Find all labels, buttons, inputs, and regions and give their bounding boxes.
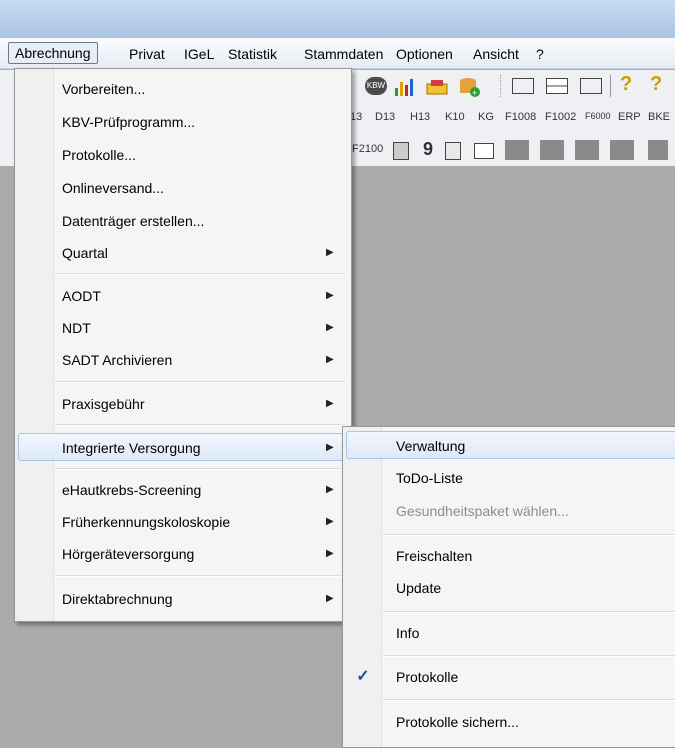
code-d13-icon[interactable]: D13 (375, 111, 395, 123)
code-kg-icon[interactable]: KG (478, 111, 494, 123)
menu-item-integrierte-versorgung[interactable]: Integrierte Versorgung ▶ (18, 433, 348, 461)
menu-item-ehautkrebs-screening[interactable]: eHautkrebs-Screening ▶ (18, 476, 348, 504)
menu-item-sadt-archivieren[interactable]: SADT Archivieren ▶ (18, 346, 348, 374)
menu-separator (383, 611, 675, 613)
submenu-item-todo-liste[interactable]: ToDo-Liste (346, 464, 675, 492)
submenu-arrow-icon: ▶ (326, 247, 334, 258)
form-printer-icon[interactable] (393, 142, 409, 160)
submenu-item-gesundheitspaket: Gesundheitspaket wählen... (396, 503, 569, 519)
submenu-item-protokolle-sichern[interactable]: Protokolle sichern... (346, 708, 675, 736)
window-title-bar (0, 0, 675, 38)
code-9-icon[interactable]: 9 (423, 139, 433, 160)
submenu-arrow-icon: ▶ (326, 484, 334, 495)
form-block-icon-5[interactable] (648, 140, 668, 160)
menu-item-vorbereiten[interactable]: Vorbereiten... (18, 75, 348, 103)
submenu-arrow-icon: ▶ (326, 290, 334, 301)
submenu-item-info[interactable]: Info (346, 619, 675, 647)
menu-item-direktabrechnung[interactable]: Direktabrechnung ▶ (18, 585, 348, 613)
code-k10-icon[interactable]: K10 (445, 111, 465, 123)
menu-stammdaten[interactable]: Stammdaten (298, 44, 389, 64)
submenu-item-verwaltung[interactable]: Verwaltung (346, 431, 675, 459)
form-block-icon-4[interactable] (610, 140, 634, 160)
menu-item-protokolle[interactable]: Protokolle... (18, 141, 348, 169)
code-f2100-icon[interactable]: F2100 (352, 143, 383, 155)
submenu-arrow-icon: ▶ (326, 442, 334, 453)
form-block-icon-1[interactable] (505, 140, 529, 160)
card-reader-icon[interactable] (425, 76, 449, 98)
menu-item-aodt[interactable]: AODT ▶ (18, 282, 348, 310)
submenu-item-protokolle[interactable]: ✓ Protokolle (346, 663, 675, 691)
menu-separator (383, 534, 675, 536)
menu-optionen[interactable]: Optionen (390, 44, 459, 64)
menu-item-hoergeraeteversorgung[interactable]: Hörgeräteversorgung ▶ (18, 540, 348, 568)
bar-chart-icon[interactable] (393, 76, 415, 98)
menu-item-kbv-pruefprogramm[interactable]: KBV-Prüfprogramm... (18, 108, 348, 136)
window-split-icon[interactable] (546, 78, 568, 94)
submenu-arrow-icon: ▶ (326, 548, 334, 559)
database-add-icon[interactable]: + (458, 75, 482, 99)
menu-separator (383, 655, 675, 657)
menu-item-ndt[interactable]: NDT ▶ (18, 314, 348, 342)
menu-abrechnung[interactable]: Abrechnung (8, 42, 98, 64)
abrechnung-menu: Vorbereiten... KBV-Prüfprogramm... Proto… (14, 68, 352, 622)
menu-bar: Abrechnung Privat IGeL Statistik Stammda… (0, 38, 675, 69)
code-f1002-icon[interactable]: F1002 (545, 111, 576, 123)
submenu-arrow-icon: ▶ (326, 354, 334, 365)
window-single-icon[interactable] (512, 78, 534, 94)
kbw-badge-icon[interactable]: KBW (365, 77, 387, 95)
menu-separator (55, 424, 345, 426)
integrierte-versorgung-submenu: Verwaltung ToDo-Liste Gesundheitspaket w… (342, 426, 675, 748)
menu-ansicht[interactable]: Ansicht (467, 44, 525, 64)
menu-item-onlineversand[interactable]: Onlineversand... (18, 174, 348, 202)
help-icon[interactable]: ? (620, 73, 632, 96)
submenu-arrow-icon: ▶ (326, 398, 334, 409)
toolbar-separator-2 (610, 75, 611, 97)
menu-item-quartal[interactable]: Quartal ▶ (18, 239, 348, 267)
context-help-icon[interactable]: ? (650, 73, 662, 96)
submenu-arrow-icon: ▶ (326, 322, 334, 333)
window-tile-icon[interactable] (580, 78, 602, 94)
menu-separator (55, 273, 345, 275)
svg-text:+: + (472, 88, 477, 98)
form-scan-icon[interactable] (445, 142, 461, 160)
toolbar-separator (500, 75, 502, 97)
form-block-icon-2[interactable] (540, 140, 564, 160)
menu-item-praxisgebuehr[interactable]: Praxisgebühr ▶ (18, 390, 348, 418)
menu-help[interactable]: ? (530, 44, 550, 64)
code-erp-icon[interactable]: ERP (618, 111, 641, 123)
menu-statistik[interactable]: Statistik (222, 44, 283, 64)
menu-igel[interactable]: IGeL (178, 44, 220, 64)
menu-item-frueherkennungskoloskopie[interactable]: Früherkennungskoloskopie ▶ (18, 508, 348, 536)
code-f6000-icon[interactable]: F6000 (585, 111, 611, 121)
form-block-icon-3[interactable] (575, 140, 599, 160)
menu-separator (55, 468, 345, 470)
menu-item-datentraeger[interactable]: Datenträger erstellen... (18, 207, 348, 235)
submenu-item-update[interactable]: Update (346, 574, 675, 602)
menu-privat[interactable]: Privat (123, 44, 171, 64)
submenu-item-freischalten[interactable]: Freischalten (346, 542, 675, 570)
menu-separator (383, 699, 675, 701)
form-list-icon[interactable] (474, 143, 494, 159)
code-h13-icon[interactable]: H13 (410, 111, 430, 123)
submenu-arrow-icon: ▶ (326, 516, 334, 527)
submenu-arrow-icon: ▶ (326, 593, 334, 604)
code-bke-icon[interactable]: BKE (648, 111, 670, 123)
menu-separator (55, 381, 345, 383)
menu-separator (55, 575, 345, 577)
checkmark-icon: ✓ (356, 668, 370, 685)
code-f1008-icon[interactable]: F1008 (505, 111, 536, 123)
